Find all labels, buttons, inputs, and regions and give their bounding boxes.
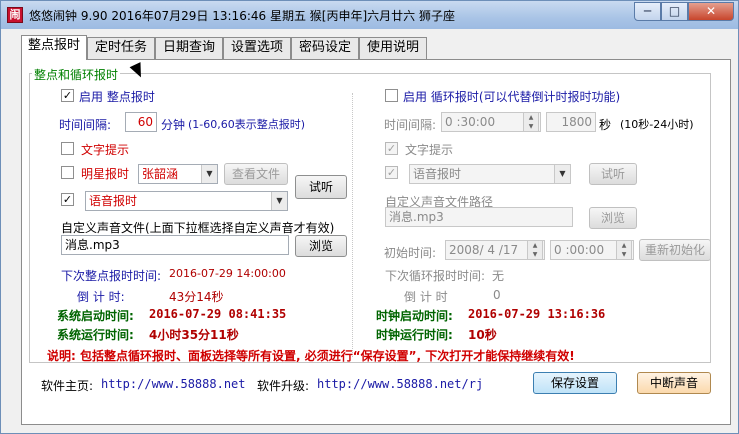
clock-run-label: 时钟运行时间: xyxy=(376,328,453,342)
cycle-voice-select[interactable]: 语音报时 ▼ xyxy=(409,164,571,184)
tab-help[interactable]: 使用说明 xyxy=(359,37,427,59)
stop-sound-button[interactable]: 中断声音 xyxy=(637,372,711,394)
tab-password[interactable]: 密码设定 xyxy=(291,37,359,59)
close-button[interactable]: ✕ xyxy=(688,2,734,21)
save-settings-button[interactable]: 保存设置 xyxy=(533,372,617,394)
custom-sound-input[interactable]: 消息.mp3 xyxy=(61,235,289,255)
cycle-voice-checkbox[interactable]: ✓ xyxy=(385,166,398,179)
voice-select-value: 语音报时 xyxy=(89,194,138,208)
upgrade-link[interactable]: http://www.58888.net/rj xyxy=(317,377,483,391)
interval-input[interactable]: 60 xyxy=(125,112,157,132)
title-bar[interactable]: 闹 悠悠闹钟 9.90 2016年07月29日 13:16:46 星期五 猴[丙… xyxy=(1,1,738,29)
voice-select[interactable]: 语音报时 ▼ xyxy=(85,191,288,211)
init-time-label: 初始时间: xyxy=(384,246,437,260)
sys-start-value: 2016-07-29 08:41:35 xyxy=(149,307,287,321)
upgrade-label: 软件升级: xyxy=(257,379,310,393)
tab-date-query[interactable]: 日期查询 xyxy=(155,37,223,59)
star-chime-checkbox[interactable] xyxy=(61,166,74,179)
cycle-interval-label: 时间间隔: xyxy=(384,118,437,132)
reinit-button[interactable]: 重新初始化 xyxy=(639,239,711,261)
window-title: 悠悠闹钟 9.90 2016年07月29日 13:16:46 星期五 猴[丙申年… xyxy=(29,9,455,23)
cycle-audition-button[interactable]: 试听 xyxy=(589,163,637,185)
enable-cycle-checkbox[interactable] xyxy=(385,89,398,102)
minimize-button[interactable]: ─ xyxy=(634,2,661,21)
interval-hint: (1-60,60表示整点报时) xyxy=(188,118,306,131)
clock-start-label: 时钟启动时间: xyxy=(376,309,453,323)
column-divider xyxy=(352,93,353,357)
interval-label: 时间间隔: xyxy=(59,118,112,132)
next-cycle-label: 下次循环报时时间: xyxy=(385,269,486,283)
view-file-button[interactable]: 查看文件 xyxy=(224,163,288,185)
save-note: 说明: 包括整点循环报时、面板选择等所有设置, 必须进行“保存设置”, 下次打开… xyxy=(47,349,575,363)
alarm-clock-icon: 闹 xyxy=(7,7,23,23)
tab-hourly-chime[interactable]: 整点报时 xyxy=(21,35,87,60)
audition-button[interactable]: 试听 xyxy=(295,175,347,199)
chevron-down-icon: ▼ xyxy=(201,165,217,183)
star-chime-label: 明星报时 xyxy=(81,167,130,181)
cycle-text-prompt-label: 文字提示 xyxy=(405,143,454,157)
cycle-text-prompt-checkbox[interactable]: ✓ xyxy=(385,142,398,155)
cycle-interval-spinner[interactable]: ▲ ▼ xyxy=(523,112,539,132)
clock-start-value: 2016-07-29 13:16:36 xyxy=(468,307,606,321)
enable-hourly-label: 启用 整点报时 xyxy=(79,90,155,104)
init-time-spinner[interactable]: ▲ ▼ xyxy=(616,240,632,260)
sys-run-label: 系统运行时间: xyxy=(57,328,134,342)
cycle-countdown-label: 倒 计 时 xyxy=(404,290,448,304)
tab-settings[interactable]: 设置选项 xyxy=(223,37,291,59)
custom-sound-label: 自定义声音文件(上面下拉框选择自定义声音才有效) xyxy=(61,221,335,235)
cycle-browse-button[interactable]: 浏览 xyxy=(589,207,637,229)
clock-run-value: 10秒 xyxy=(468,328,497,342)
text-prompt-label: 文字提示 xyxy=(81,143,130,157)
home-label: 软件主页: xyxy=(41,379,94,393)
seconds-unit: 秒 xyxy=(599,118,612,132)
next-cycle-value: 无 xyxy=(492,269,505,283)
cycle-countdown-value: 0 xyxy=(493,288,501,302)
next-chime-label: 下次整点报时时间: xyxy=(61,269,162,283)
countdown-value: 43分14秒 xyxy=(169,290,224,304)
enable-hourly-checkbox[interactable]: ✓ xyxy=(61,89,74,102)
star-select-value: 张韶涵 xyxy=(142,167,179,181)
text-prompt-checkbox[interactable] xyxy=(61,142,74,155)
browse-button[interactable]: 浏览 xyxy=(295,235,347,257)
main-window: 闹 悠悠闹钟 9.90 2016年07月29日 13:16:46 星期五 猴[丙… xyxy=(0,0,739,434)
sys-run-value: 4小时35分11秒 xyxy=(149,328,239,342)
countdown-label: 倒 计 时: xyxy=(77,290,125,304)
enable-cycle-label: 启用 循环报时(可以代替倒计时报时功能) xyxy=(403,90,621,104)
next-chime-value: 2016-07-29 14:00:00 xyxy=(169,267,286,280)
maximize-button[interactable]: □ xyxy=(661,2,688,21)
cycle-seconds-input[interactable]: 1800 xyxy=(546,112,596,132)
custom-path-input[interactable]: 消息.mp3 xyxy=(385,207,573,227)
init-date-spinner[interactable]: ▲ ▼ xyxy=(527,240,543,260)
interval-unit: 分钟 xyxy=(161,118,186,132)
tab-scheduled-tasks[interactable]: 定时任务 xyxy=(87,37,155,59)
home-link[interactable]: http://www.58888.net xyxy=(101,377,246,391)
voice-chime-checkbox[interactable]: ✓ xyxy=(61,193,74,206)
cycle-voice-select-value: 语音报时 xyxy=(413,167,462,181)
seconds-hint: (10秒-24小时) xyxy=(620,118,694,131)
chevron-down-icon: ▼ xyxy=(554,165,570,183)
group-title: 整点和循环报时 xyxy=(32,66,121,83)
chevron-down-icon: ▼ xyxy=(271,192,287,210)
sys-start-label: 系统启动时间: xyxy=(57,309,134,323)
star-select[interactable]: 张韶涵 ▼ xyxy=(138,164,218,184)
